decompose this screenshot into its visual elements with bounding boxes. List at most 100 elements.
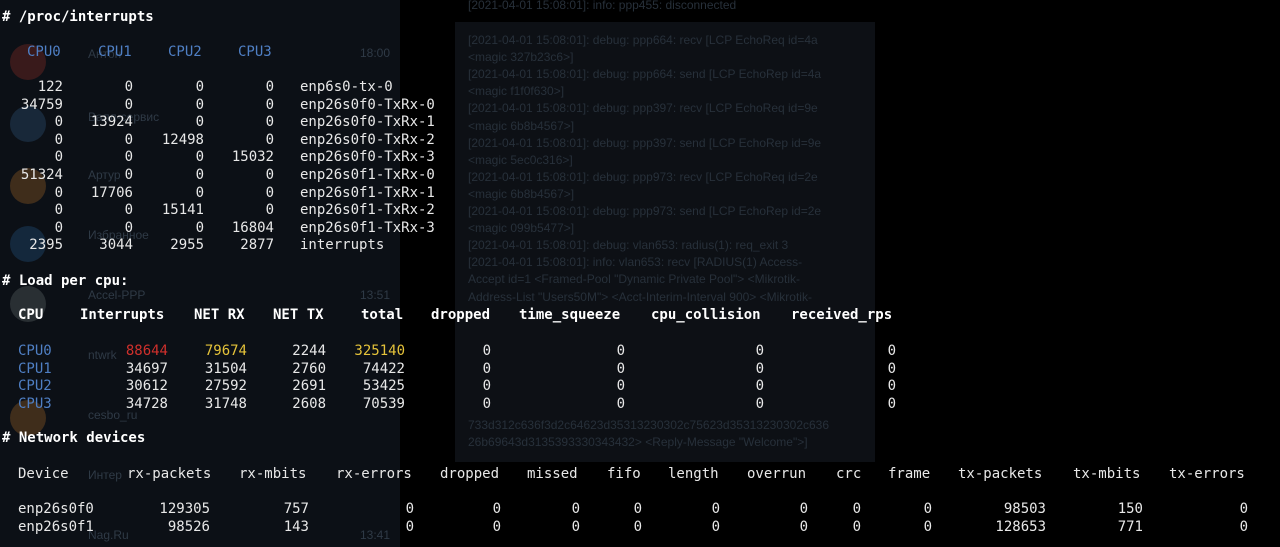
interrupts-source: enp26s0f1-TxRx-1: [300, 184, 435, 201]
log-line: <magic 327b23c6>]: [468, 50, 574, 65]
load-value: 0: [482, 360, 491, 377]
network-header: rx-packets: [127, 466, 212, 482]
interrupts-value: 0: [54, 202, 63, 219]
network-value: 0: [923, 501, 932, 517]
network-value: 0: [711, 501, 720, 517]
interrupts-header-cpu0: CPU0: [27, 44, 61, 60]
interrupts-source: enp26s0f1-TxRx-2: [300, 202, 435, 219]
interrupts-value: 0: [54, 184, 63, 201]
load-value: 70539: [362, 395, 405, 412]
interrupts-value: 15141: [161, 202, 204, 219]
network-value: 150: [1117, 501, 1143, 517]
interrupts-value: 0: [195, 79, 204, 95]
log-line: [2021-04-01 15:08:01]: debug: ppp973: re…: [468, 169, 818, 184]
interrupts-source: interrupts: [300, 237, 385, 254]
network-header: missed: [527, 466, 578, 482]
interrupts-value: 122: [37, 79, 63, 95]
network-value: 0: [633, 518, 642, 535]
network-header: tx-mbits: [1073, 466, 1141, 482]
load-value: 0: [887, 378, 896, 394]
network-header: dropped: [440, 466, 500, 482]
load-header: cpu_collision: [651, 307, 761, 323]
network-value: 0: [711, 518, 720, 535]
load-value: 0: [482, 343, 491, 359]
log-line: 26b69643d3135393330343432> <Reply-Messag…: [468, 435, 808, 449]
network-value: 0: [571, 501, 580, 517]
interrupts-value: 0: [195, 167, 204, 183]
load-header: Interrupts: [80, 307, 165, 323]
load-value: 2608: [292, 395, 326, 412]
network-value: 0: [571, 518, 580, 535]
network-value: 0: [405, 518, 414, 535]
interrupts-value: 0: [54, 114, 63, 131]
interrupts-value: 34759: [20, 96, 63, 113]
interrupts-value: 17706: [90, 184, 133, 201]
section-load-heading: # Load per cpu:: [2, 273, 129, 289]
load-value: 79674: [204, 343, 247, 359]
interrupts-value: 0: [124, 202, 133, 219]
network-value: 0: [1239, 501, 1248, 517]
interrupts-value: 0: [195, 184, 204, 201]
interrupts-header-cpu1: CPU1: [98, 44, 132, 60]
interrupts-value: 0: [195, 219, 204, 236]
network-value: 128653: [995, 518, 1046, 535]
load-value: 325140: [354, 343, 405, 359]
network-value: 0: [492, 518, 501, 535]
interrupts-value: 0: [124, 131, 133, 148]
interrupts-value: 0: [54, 131, 63, 148]
load-value: 0: [616, 343, 625, 359]
interrupts-value: 0: [195, 96, 204, 113]
interrupts-value: 0: [265, 167, 274, 183]
log-line: Accept id=1 <Framed-Pool "Dynamic Privat…: [468, 272, 800, 287]
load-value: 0: [755, 378, 764, 394]
log-line: [2021-04-01 15:08:01]: debug: ppp973: se…: [468, 204, 822, 218]
network-header: length: [668, 466, 719, 482]
log-line: [2021-04-01 15:08:01]: debug: vlan653: r…: [468, 238, 789, 253]
chat-name: Интер: [88, 468, 122, 482]
log-line: Address-List "Users50M"> <Acct-Interim-I…: [468, 289, 812, 304]
load-header: NET RX: [194, 307, 245, 323]
network-value: 0: [1239, 518, 1248, 535]
interrupts-value: 0: [54, 219, 63, 236]
network-header: fifo: [607, 466, 641, 482]
load-value: 0: [887, 360, 896, 377]
load-value: 0: [755, 360, 764, 377]
load-value: 0: [755, 395, 764, 412]
interrupts-value: 0: [124, 149, 133, 166]
interrupts-value: 15032: [231, 149, 274, 166]
log-line: [2021-04-01 15:08:01]: debug: ppp397: re…: [468, 101, 818, 116]
log-line: <magic 6b8b4567>]: [468, 118, 575, 133]
interrupts-source: enp26s0f0-TxRx-0: [300, 96, 435, 113]
load-cpu-label: CPU0: [18, 343, 52, 359]
interrupts-value: 0: [195, 149, 204, 166]
network-header: overrun: [747, 466, 807, 482]
load-value: 27592: [204, 378, 247, 394]
load-value: 30612: [125, 378, 168, 394]
interrupts-value: 0: [124, 96, 133, 113]
interrupts-value: 0: [265, 184, 274, 201]
network-device-name: enp26s0f1: [18, 518, 94, 535]
interrupts-value: 51324: [20, 167, 63, 183]
load-value: 31748: [204, 395, 247, 412]
load-value: 0: [887, 343, 896, 359]
load-header: NET TX: [273, 307, 324, 323]
network-value: 757: [283, 501, 309, 517]
chat-time: 18:00: [360, 46, 391, 60]
load-value: 0: [482, 378, 491, 394]
interrupts-value: 3044: [99, 237, 133, 254]
interrupts-value: 0: [265, 202, 274, 219]
network-value: 0: [405, 501, 414, 517]
load-value: 88644: [125, 343, 168, 359]
log-line: <magic 5ec0c316>]: [468, 152, 573, 167]
load-value: 0: [887, 395, 896, 412]
interrupts-value: 0: [265, 114, 274, 131]
log-line: [2021-04-01 15:08:01]: debug: ppp664: re…: [468, 33, 818, 47]
log-line: [2021-04-01 15:08:01]: debug: ppp664: se…: [468, 67, 822, 82]
load-value: 0: [482, 395, 491, 412]
interrupts-value: 0: [124, 219, 133, 236]
load-value: 74422: [362, 360, 405, 377]
interrupts-header-cpu3: CPU3: [238, 44, 272, 60]
log-line: [2021-04-01 15:08:01]: info: vlan653: re…: [468, 255, 803, 270]
log-line: <magic 099b5477>]: [468, 221, 575, 236]
network-value: 0: [492, 501, 501, 517]
